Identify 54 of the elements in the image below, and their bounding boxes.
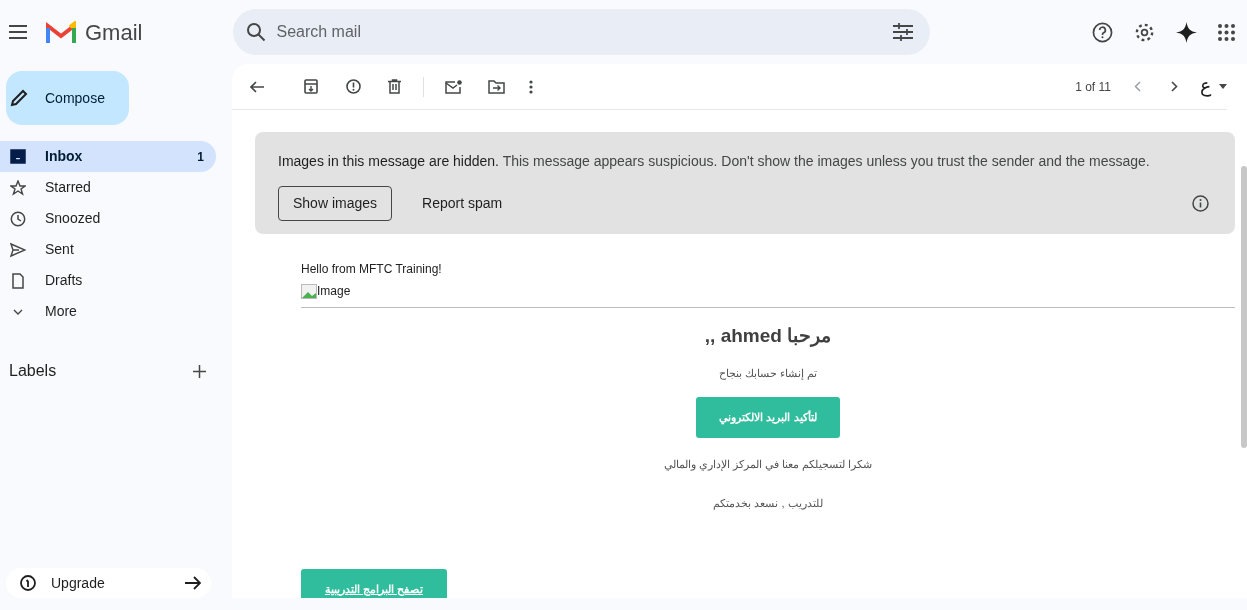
inbox-tray-icon bbox=[10, 148, 26, 165]
delete-icon[interactable] bbox=[388, 79, 401, 94]
sparkle-icon[interactable] bbox=[1176, 21, 1197, 43]
document-icon bbox=[10, 272, 26, 289]
caret-icon bbox=[1219, 84, 1227, 89]
labels-heading: Labels bbox=[9, 361, 57, 381]
info-icon[interactable] bbox=[1192, 195, 1209, 212]
scrollbar[interactable] bbox=[1241, 166, 1247, 448]
unread-count: 1 bbox=[197, 148, 204, 166]
star-icon bbox=[10, 179, 26, 196]
send-icon bbox=[10, 241, 26, 258]
archive-icon[interactable] bbox=[304, 79, 318, 94]
app-name: Gmail bbox=[85, 18, 143, 47]
mark-unread-icon[interactable] bbox=[445, 79, 462, 94]
welcome-heading: مرحبا ahmed ,, bbox=[704, 324, 832, 349]
image-alt-text: Image bbox=[317, 283, 351, 300]
thanks-text: شكرا لتسجيلكم معنا في المركز الإداري والمالي bbox=[663, 457, 873, 473]
account-created-text: تم إنشاء حسابك بنجاح bbox=[718, 365, 818, 381]
sidebar-item[interactable]: Starred bbox=[0, 172, 216, 203]
pager-count: 1 of 11 bbox=[1075, 78, 1111, 96]
menu-icon[interactable] bbox=[9, 25, 27, 39]
back-arrow-icon[interactable] bbox=[250, 80, 264, 93]
chevron-left-icon[interactable] bbox=[1134, 81, 1141, 92]
service-text: للتدريب , نسعد بخدمتكم bbox=[713, 495, 823, 511]
sidebar-item[interactable]: Inbox 1 bbox=[0, 141, 216, 172]
clock-icon bbox=[10, 210, 26, 227]
help-icon[interactable] bbox=[1092, 21, 1113, 43]
report-spam-button[interactable]: Report spam bbox=[408, 186, 517, 221]
envelope-logo-icon bbox=[46, 21, 76, 43]
broken-image-icon bbox=[301, 283, 317, 299]
arrow-right-icon bbox=[185, 576, 201, 590]
warning-message: Images in this message are hidden. This message appears suspicious. Don't show the images unless you trust the sender and the message. bbox=[278, 152, 1151, 171]
search-field[interactable]: Search mail bbox=[276, 20, 894, 44]
upgrade-button[interactable]: Upgrade bbox=[6, 568, 211, 598]
show-images-button[interactable]: Show images bbox=[278, 186, 393, 221]
settings-icon[interactable] bbox=[1134, 21, 1155, 43]
greeting-text: Hello from MFTC Training! bbox=[301, 261, 443, 278]
move-to-folder-icon[interactable] bbox=[488, 79, 505, 94]
sidebar-item[interactable]: More bbox=[0, 296, 216, 327]
compose-button[interactable]: Compose bbox=[6, 71, 129, 125]
apps-grid-icon[interactable] bbox=[1218, 23, 1235, 41]
sidebar-item[interactable]: Snoozed bbox=[0, 203, 216, 234]
input-tools-button[interactable]: ع bbox=[1200, 72, 1227, 101]
spam-warning-icon[interactable] bbox=[346, 79, 361, 94]
add-icon[interactable] bbox=[193, 364, 206, 378]
search-icon bbox=[246, 22, 267, 42]
filter-sliders-icon[interactable] bbox=[893, 23, 914, 41]
search-bar[interactable]: Search mail bbox=[233, 9, 931, 55]
sidebar-item[interactable]: Drafts bbox=[0, 265, 216, 296]
more-vertical-icon[interactable] bbox=[529, 79, 533, 94]
pencil-icon bbox=[10, 89, 28, 107]
info-circle-icon bbox=[20, 575, 36, 591]
sidebar-item[interactable]: Sent bbox=[0, 234, 216, 265]
chevron-right-icon[interactable] bbox=[1171, 81, 1178, 92]
